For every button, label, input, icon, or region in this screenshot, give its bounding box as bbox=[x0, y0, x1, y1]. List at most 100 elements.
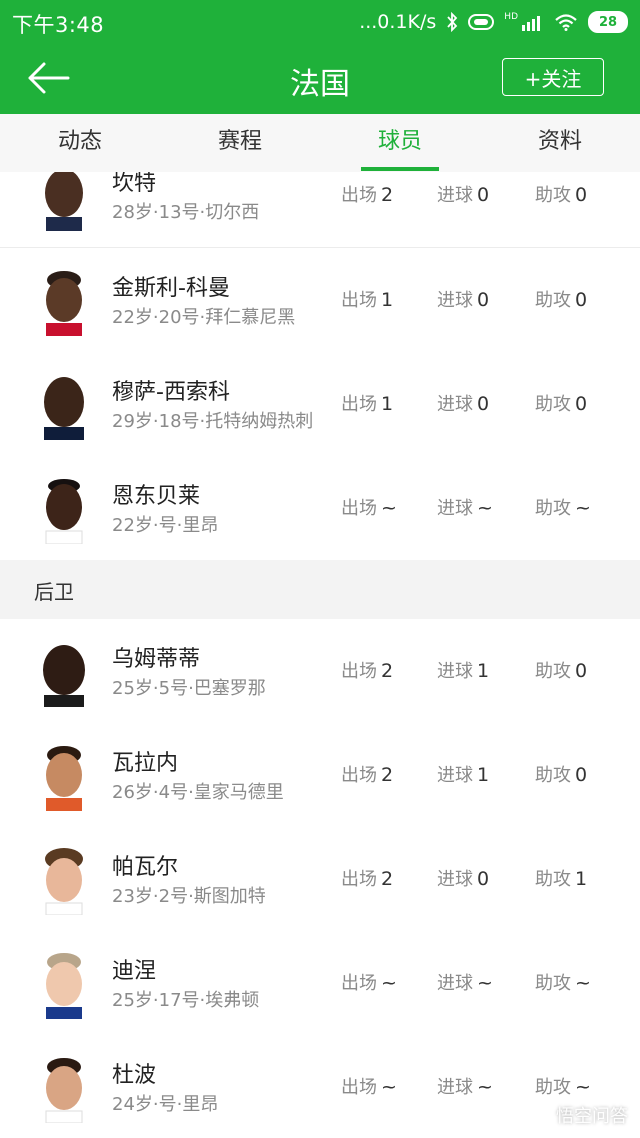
stat-apps: 出场 ~ bbox=[341, 494, 397, 520]
stat-goals: 进球 1 bbox=[437, 657, 489, 683]
watermark: 悟空问答 bbox=[524, 1102, 628, 1128]
stat-label: 助攻 bbox=[535, 765, 571, 786]
stat-value: 1 bbox=[477, 764, 490, 786]
stat-assists: 助攻 ~ bbox=[535, 969, 591, 995]
battery-indicator: 28 bbox=[588, 11, 628, 33]
stat-value: 0 bbox=[477, 184, 490, 206]
stat-value: 1 bbox=[575, 868, 588, 890]
player-row[interactable]: 坎特 28岁·13号·切尔西 出场 2 进球 0 助攻 0 bbox=[0, 172, 640, 248]
stat-assists: 助攻 ~ bbox=[535, 1073, 591, 1099]
hd-label: HD bbox=[504, 12, 518, 22]
player-meta: 23岁·2号·斯图加特 bbox=[112, 886, 266, 907]
stat-label: 助攻 bbox=[535, 869, 571, 890]
player-avatar bbox=[45, 172, 83, 231]
stat-label: 助攻 bbox=[535, 290, 571, 311]
stat-value: 0 bbox=[477, 868, 490, 890]
player-avatar bbox=[46, 271, 82, 336]
stat-goals: 进球 0 bbox=[437, 390, 489, 416]
player-meta: 29岁·18号·托特纳姆热刺 bbox=[112, 411, 314, 432]
watermark-text: 悟空问答 bbox=[556, 1106, 628, 1127]
stat-value: 0 bbox=[575, 289, 588, 311]
stat-label: 进球 bbox=[437, 869, 473, 890]
wukong-logo-icon bbox=[524, 1107, 550, 1123]
stat-label: 出场 bbox=[341, 973, 377, 994]
stat-label: 出场 bbox=[341, 869, 377, 890]
alarm-icon bbox=[468, 14, 495, 30]
status-time: 下午3:48 bbox=[12, 13, 105, 37]
stat-apps: 出场 1 bbox=[341, 286, 393, 312]
stat-assists: 助攻 0 bbox=[535, 657, 587, 683]
player-meta: 26岁·4号·皇家马德里 bbox=[112, 782, 284, 803]
stat-value: ~ bbox=[477, 497, 493, 519]
stat-assists: 助攻 0 bbox=[535, 761, 587, 787]
player-name: 乌姆蒂蒂 bbox=[112, 647, 201, 672]
stat-goals: 进球 ~ bbox=[437, 969, 493, 995]
stat-apps: 出场 ~ bbox=[341, 969, 397, 995]
section-header-defenders: 后卫 bbox=[0, 560, 640, 619]
stat-apps: 出场 2 bbox=[341, 761, 393, 787]
stat-value: ~ bbox=[381, 497, 397, 519]
follow-button[interactable]: +关注 bbox=[502, 58, 604, 96]
stat-goals: 进球 0 bbox=[437, 181, 489, 207]
stat-apps: 出场 2 bbox=[341, 865, 393, 891]
stat-label: 出场 bbox=[341, 498, 377, 519]
stat-label: 进球 bbox=[437, 185, 473, 206]
player-meta: 22岁·20号·拜仁慕尼黑 bbox=[112, 307, 296, 328]
stat-value: 2 bbox=[381, 764, 394, 786]
player-row[interactable]: 瓦拉内 26岁·4号·皇家马德里 出场 2 进球 1 助攻 0 bbox=[0, 723, 640, 828]
stat-label: 进球 bbox=[437, 290, 473, 311]
stat-label: 进球 bbox=[437, 394, 473, 415]
stat-value: ~ bbox=[381, 972, 397, 994]
status-icons: ...0.1K/s HD 28 bbox=[359, 8, 628, 36]
stat-value: 1 bbox=[477, 660, 490, 682]
tab-players[interactable]: 球员 bbox=[320, 114, 480, 172]
tab-info[interactable]: 资料 bbox=[480, 114, 640, 172]
player-name: 杜波 bbox=[112, 1063, 157, 1088]
stat-value: 0 bbox=[575, 393, 588, 415]
stat-assists: 助攻 0 bbox=[535, 390, 587, 416]
stat-label: 进球 bbox=[437, 661, 473, 682]
player-row[interactable]: 乌姆蒂蒂 25岁·5号·巴塞罗那 出场 2 进球 1 助攻 0 bbox=[0, 619, 640, 724]
stat-label: 助攻 bbox=[535, 394, 571, 415]
player-avatar bbox=[46, 746, 82, 811]
player-name: 瓦拉内 bbox=[112, 751, 179, 776]
stat-label: 进球 bbox=[437, 973, 473, 994]
player-list[interactable]: 坎特 28岁·13号·切尔西 出场 2 进球 0 助攻 0 金斯利-科曼 22岁·20… bbox=[0, 172, 640, 1138]
stat-value: ~ bbox=[477, 972, 493, 994]
player-row[interactable]: 迪涅 25岁·17号·埃弗顿 出场 ~ 进球 ~ 助攻 ~ bbox=[0, 931, 640, 1036]
section-title: 后卫 bbox=[34, 580, 74, 604]
signal-icon: HD bbox=[504, 13, 544, 31]
player-name: 帕瓦尔 bbox=[112, 855, 179, 880]
player-avatar bbox=[45, 479, 83, 544]
app-bar: 法国 +关注 bbox=[0, 44, 640, 114]
stat-value: 1 bbox=[381, 393, 394, 415]
stat-value: 0 bbox=[575, 660, 588, 682]
player-name: 坎特 bbox=[112, 172, 157, 196]
stat-label: 助攻 bbox=[535, 498, 571, 519]
stat-apps: 出场 1 bbox=[341, 390, 393, 416]
stat-value: ~ bbox=[575, 1076, 591, 1098]
stat-value: ~ bbox=[477, 1076, 493, 1098]
stat-value: 0 bbox=[575, 184, 588, 206]
player-avatar bbox=[45, 1058, 83, 1123]
player-row[interactable]: 恩东贝莱 22岁·号·里昂 出场 ~ 进球 ~ 助攻 ~ bbox=[0, 456, 640, 561]
player-row[interactable]: 穆萨-西索科 29岁·18号·托特纳姆热刺 出场 1 进球 0 助攻 0 bbox=[0, 352, 640, 457]
stat-assists: 助攻 1 bbox=[535, 865, 587, 891]
stat-goals: 进球 0 bbox=[437, 865, 489, 891]
player-row[interactable]: 帕瓦尔 23岁·2号·斯图加特 出场 2 进球 0 助攻 1 bbox=[0, 827, 640, 932]
stat-label: 出场 bbox=[341, 290, 377, 311]
status-bar: 下午3:48 ...0.1K/s HD 28 bbox=[0, 0, 640, 44]
stat-value: 2 bbox=[381, 184, 394, 206]
stat-label: 助攻 bbox=[535, 1077, 571, 1098]
player-name: 恩东贝莱 bbox=[112, 484, 201, 509]
stat-label: 出场 bbox=[341, 1077, 377, 1098]
stat-value: 1 bbox=[381, 289, 394, 311]
stat-label: 进球 bbox=[437, 498, 473, 519]
player-name: 金斯利-科曼 bbox=[112, 276, 230, 301]
tab-news[interactable]: 动态 bbox=[0, 114, 160, 172]
player-meta: 25岁·5号·巴塞罗那 bbox=[112, 678, 266, 699]
player-row[interactable]: 金斯利-科曼 22岁·20号·拜仁慕尼黑 出场 1 进球 0 助攻 0 bbox=[0, 248, 640, 353]
player-name: 穆萨-西索科 bbox=[112, 380, 230, 405]
tab-schedule[interactable]: 赛程 bbox=[160, 114, 320, 172]
stat-label: 进球 bbox=[437, 765, 473, 786]
